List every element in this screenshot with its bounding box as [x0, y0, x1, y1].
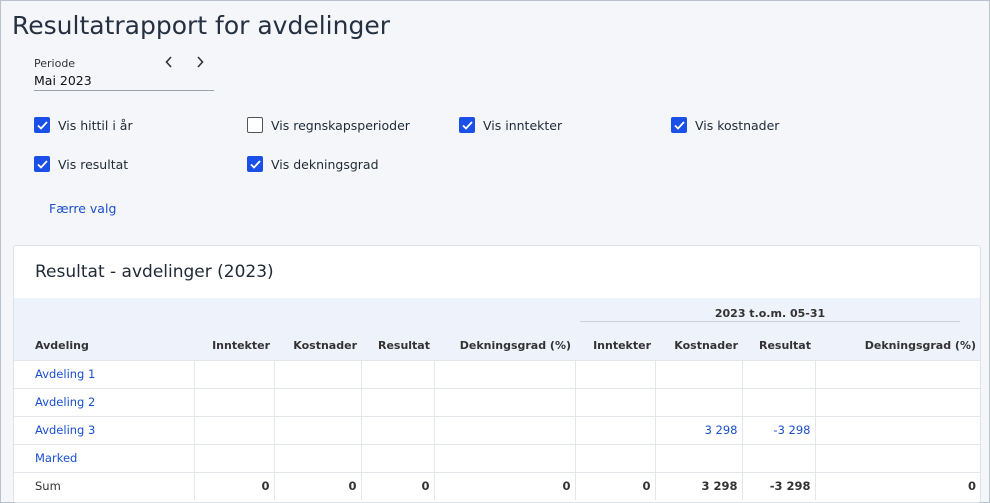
table-cell: [433, 415, 575, 444]
department-link[interactable]: Avdeling 3: [14, 415, 194, 444]
column-header[interactable]: Resultat: [742, 332, 815, 360]
department-link[interactable]: Marked: [14, 443, 194, 472]
option-label: Vis resultat: [58, 156, 129, 172]
table-cell: [273, 387, 361, 416]
period-value[interactable]: Mai 2023: [34, 73, 214, 88]
option-vis-dekningsgrad[interactable]: Vis dekningsgrad: [247, 156, 379, 172]
table-cell: [193, 415, 274, 444]
table-cell: [814, 415, 980, 444]
next-period-button[interactable]: [191, 53, 209, 71]
table-cell: [814, 387, 980, 416]
table-row: Avdeling 3 3 298 -3 298: [14, 415, 980, 444]
table-cell: [433, 387, 575, 416]
option-label: Vis regnskapsperioder: [271, 117, 410, 133]
column-header[interactable]: Inntekter: [194, 332, 274, 360]
report-card: Resultat - avdelinger (2023) 2023 t.o.m.…: [13, 245, 981, 503]
report-table: Avdeling Inntekter Kostnader Resultat De…: [14, 332, 980, 500]
table-cell-link[interactable]: 3 298: [654, 415, 742, 444]
chevron-left-icon: [165, 56, 172, 68]
sum-cell: 0: [273, 471, 361, 500]
option-vis-hittil-i-ar[interactable]: Vis hittil i år: [34, 117, 133, 133]
table-cell: [360, 443, 434, 472]
table-row: Avdeling 1: [14, 359, 980, 388]
option-vis-kostnader[interactable]: Vis kostnader: [671, 117, 779, 133]
column-header[interactable]: Kostnader: [655, 332, 742, 360]
table-row: Marked: [14, 443, 980, 472]
table-cell: [574, 415, 655, 444]
table-cell: [433, 443, 575, 472]
checkbox-unchecked-icon[interactable]: [247, 117, 263, 133]
table-cell: [273, 359, 361, 388]
sum-label: Sum: [14, 471, 194, 500]
table-cell: [814, 359, 980, 388]
fewer-options-link[interactable]: Færre valg: [49, 201, 116, 216]
sum-cell: 0: [433, 471, 575, 500]
table-cell: [654, 443, 742, 472]
sum-cell: -3 298: [741, 471, 815, 500]
option-vis-inntekter[interactable]: Vis inntekter: [459, 117, 562, 133]
table-cell: [741, 443, 815, 472]
period-label: Periode: [34, 57, 76, 70]
sum-cell: 0: [574, 471, 655, 500]
previous-period-button[interactable]: [160, 53, 178, 71]
table-cell: [741, 387, 815, 416]
column-header[interactable]: Dekningsgrad (%): [815, 332, 980, 360]
table-row: Avdeling 2: [14, 387, 980, 416]
option-label: Vis kostnader: [695, 117, 780, 133]
table-cell-link[interactable]: -3 298: [741, 415, 815, 444]
table-cell: [360, 359, 434, 388]
table-header-row: Avdeling Inntekter Kostnader Resultat De…: [14, 332, 980, 360]
table-cell: [360, 387, 434, 416]
table-cell: [273, 415, 361, 444]
column-header[interactable]: Dekningsgrad (%): [434, 332, 575, 360]
table-cell: [574, 387, 655, 416]
checkbox-checked-icon[interactable]: [34, 156, 50, 172]
period-field[interactable]: Periode Mai 2023: [34, 57, 214, 91]
table-cell: [193, 443, 274, 472]
checkbox-checked-icon[interactable]: [34, 117, 50, 133]
department-link[interactable]: Avdeling 1: [14, 359, 194, 388]
table-cell: [654, 359, 742, 388]
table-cell: [814, 443, 980, 472]
table-cell: [360, 415, 434, 444]
column-header[interactable]: Kostnader: [274, 332, 361, 360]
table-cell: [574, 359, 655, 388]
option-label: Vis inntekter: [483, 117, 563, 133]
report-title: Resultat - avdelinger (2023): [35, 262, 274, 282]
checkbox-checked-icon[interactable]: [247, 156, 263, 172]
column-header[interactable]: Resultat: [361, 332, 434, 360]
table-cell: [433, 359, 575, 388]
sum-cell: 0: [360, 471, 434, 500]
option-vis-regnskapsperioder[interactable]: Vis regnskapsperioder: [247, 117, 410, 133]
sum-cell: 3 298: [654, 471, 742, 500]
column-header[interactable]: Avdeling: [14, 332, 194, 360]
checkbox-checked-icon[interactable]: [459, 117, 475, 133]
column-header[interactable]: Inntekter: [575, 332, 655, 360]
sum-row: Sum 0 0 0 0 0 3 298 -3 298 0: [14, 471, 980, 500]
chevron-right-icon: [197, 56, 204, 68]
option-label: Vis dekningsgrad: [271, 156, 379, 172]
sum-cell: 0: [193, 471, 274, 500]
table-cell: [654, 387, 742, 416]
column-group-divider: [580, 321, 960, 322]
table-cell: [193, 387, 274, 416]
sum-cell: 0: [814, 471, 980, 500]
page-title: Resultatrapport for avdelinger: [12, 11, 390, 40]
checkbox-checked-icon[interactable]: [671, 117, 687, 133]
table-cell: [574, 443, 655, 472]
table-cell: [193, 359, 274, 388]
table-cell: [741, 359, 815, 388]
table-cell: [273, 443, 361, 472]
option-vis-resultat[interactable]: Vis resultat: [34, 156, 128, 172]
department-link[interactable]: Avdeling 2: [14, 387, 194, 416]
column-group-header: 2023 t.o.m. 05-31: [714, 307, 826, 320]
option-label: Vis hittil i år: [58, 117, 133, 133]
